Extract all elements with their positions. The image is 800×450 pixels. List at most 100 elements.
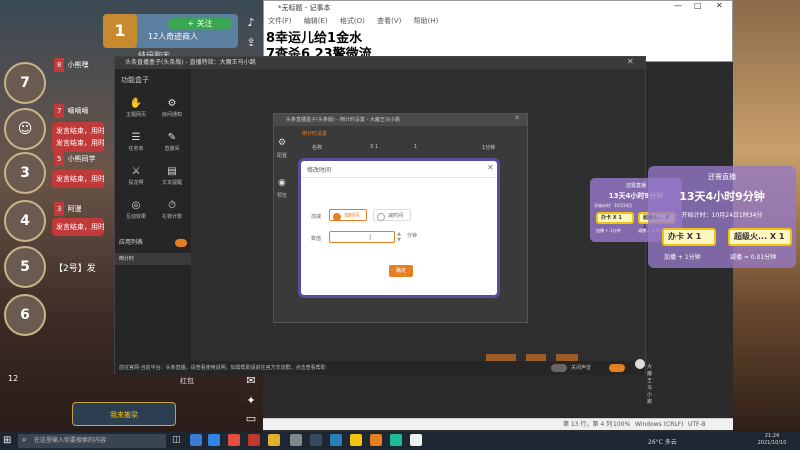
- minimize-button[interactable]: —: [674, 1, 682, 15]
- follow-button[interactable]: + 关注: [168, 18, 232, 30]
- number-stepper[interactable]: ▲ ▼: [395, 231, 403, 243]
- close-button[interactable]: ✕: [716, 1, 723, 15]
- search-icon: ⌕: [22, 435, 27, 444]
- tool-item[interactable]: ✎ 直播间: [155, 131, 189, 157]
- player-avatar: 6: [4, 294, 46, 336]
- preview-icon[interactable]: ◉: [278, 178, 286, 188]
- mic-icon[interactable]: ♪: [244, 16, 258, 30]
- menu-edit[interactable]: 编辑(E): [304, 17, 328, 25]
- amount-label: 数值: [311, 236, 322, 242]
- subtract-time-radio[interactable]: 减时间: [373, 209, 411, 221]
- sub-title: 倒计时设置: [302, 131, 328, 137]
- app-icon[interactable]: [370, 434, 382, 446]
- app-icon[interactable]: [208, 434, 220, 446]
- player-avatar: 7: [4, 62, 46, 104]
- app-icon[interactable]: [390, 434, 402, 446]
- unit-label: 分钟: [407, 233, 418, 239]
- app-icon[interactable]: [248, 434, 260, 446]
- side-label: 预览: [277, 193, 288, 199]
- overlay-footer: 减播 = 0.01分钟: [730, 254, 777, 261]
- overlay-time: 13天4小时9分钟: [679, 190, 765, 203]
- close-icon[interactable]: ✕: [627, 57, 634, 66]
- overlay-subtitle: 开始计时：10月24日1时34分: [681, 212, 763, 219]
- tool-item[interactable]: ◎ 互动效果: [119, 199, 153, 225]
- amount-input[interactable]: [329, 231, 395, 243]
- notepad-menu: 文件(F) 编辑(E) 格式(O) 查看(V) 帮助(H): [264, 15, 732, 27]
- type-label: 加减: [311, 214, 322, 220]
- notepad-title: *无标题 - 记事本: [278, 4, 331, 12]
- app-icon[interactable]: [330, 434, 342, 446]
- col-header: X 1: [370, 144, 379, 150]
- sound-toggle[interactable]: [609, 364, 625, 372]
- menu-format[interactable]: 格式(O): [340, 17, 365, 25]
- chat-username: 3 阿漫: [54, 202, 81, 216]
- settings-icon[interactable]: ⚙: [278, 138, 286, 148]
- task-view-icon[interactable]: ◫: [172, 435, 181, 445]
- tool-item[interactable]: ✋ 主题网页: [119, 97, 153, 123]
- encoding: UTF-8: [688, 421, 706, 428]
- maximize-button[interactable]: □: [694, 1, 702, 15]
- divider: [301, 177, 497, 178]
- tool-item[interactable]: ⚔ 投龙啊: [119, 165, 153, 191]
- menu-view[interactable]: 查看(V): [377, 17, 401, 25]
- text-cursor-icon: I: [369, 233, 372, 242]
- player-avatar: 4: [4, 200, 46, 242]
- bottom-notice: 前往官网·当前平台：头条直播，请查看使用说明，如需帮助请前往官方交流群，点击查看…: [119, 365, 326, 371]
- notepad-window: *无标题 - 记事本 — □ ✕ 文件(F) 编辑(E) 格式(O) 查看(V)…: [263, 0, 733, 62]
- zoom-level: 100%: [613, 421, 631, 428]
- add-time-radio[interactable]: 加时间: [329, 209, 367, 221]
- tool-item[interactable]: ⚙ 房间通知: [155, 97, 189, 123]
- app-icon[interactable]: [228, 434, 240, 446]
- tool-item[interactable]: ☰ 任务单: [119, 131, 153, 157]
- chat-username: 5 小熊同学: [54, 152, 95, 166]
- app-title: 头条直播盒子(头条版) - 直播特效：大魔王马小跳: [115, 57, 645, 69]
- gift-card: 超级火... X 1: [728, 228, 792, 246]
- taskbar-search[interactable]: 在这里输入你要搜索的内容: [18, 434, 166, 448]
- team-line: 【2号】发: [54, 264, 96, 274]
- app-icon[interactable]: [268, 434, 280, 446]
- viewer-count: 12人奇迹商人: [148, 32, 199, 41]
- app-icon[interactable]: [290, 434, 302, 446]
- trophy-icon: 1: [103, 14, 137, 48]
- playlist-item[interactable]: 倒计时: [115, 253, 191, 265]
- clock[interactable]: 21:24 2021/10/10: [752, 433, 792, 447]
- auto-toggle[interactable]: [551, 364, 567, 372]
- gift-card: 办卡 X 1: [596, 212, 634, 224]
- tool-item[interactable]: ⏱ 礼物计数: [155, 199, 189, 225]
- menu-help[interactable]: 帮助(H): [414, 17, 439, 25]
- chat-message: 发言结束，用时: [52, 170, 104, 188]
- countdown-overlay: 还需直播 13天4小时9分钟 开始计时：10月24日1时34分 办卡 X 1 超…: [648, 166, 796, 268]
- player-nameplate: 我来搬梁: [72, 402, 176, 426]
- app-bottom-bar: 前往官网·当前平台：头条直播，请查看使用说明，如需帮助请前往官方交流群，点击查看…: [115, 361, 645, 375]
- col-header: 1: [414, 144, 418, 150]
- app-icon[interactable]: [350, 434, 362, 446]
- player-avatar: ☺: [4, 108, 46, 150]
- edit-time-modal: 修改时间 ✕ 加减 加时间 减时间 数值 I ▲ ▼ 分钟 确定: [298, 158, 500, 298]
- user-avatar[interactable]: [635, 359, 645, 369]
- player-avatar: 5: [4, 246, 46, 288]
- menu-file[interactable]: 文件(F): [268, 17, 292, 25]
- overlay-footer: 加播 + 1分钟: [596, 228, 621, 233]
- inner-title: 头条直播盒子(头条版) - 倒计时设置 - 大魔王马小跳: [274, 114, 527, 126]
- sound-label: 关闭声音: [571, 365, 592, 371]
- red-envelope-label[interactable]: 红包: [180, 376, 194, 386]
- chat-icon[interactable]: ✉: [244, 374, 258, 388]
- windows-start-icon[interactable]: ⊞: [3, 435, 11, 446]
- share-icon[interactable]: ⇪: [244, 36, 258, 50]
- app-icon[interactable]: [190, 434, 202, 446]
- close-icon[interactable]: ✕: [514, 114, 520, 122]
- tool-item[interactable]: ▤ 文本提醒: [155, 165, 189, 191]
- screen-icon[interactable]: ▭: [244, 412, 258, 426]
- modal-title: 修改时间: [307, 167, 332, 174]
- gift-card: 办卡 X 1: [662, 228, 716, 246]
- app-icon[interactable]: [310, 434, 322, 446]
- chat-username: 7 嘀嘀嘀: [54, 104, 88, 118]
- overlay-subtitle: 开始计时：10月24日: [594, 203, 633, 208]
- cursor-position: 第 13 行，第 4 列: [563, 421, 613, 428]
- sidebar-heading: 功能盒子: [121, 76, 149, 84]
- gift-icon[interactable]: ✦: [244, 394, 258, 408]
- confirm-button[interactable]: 确定: [389, 265, 413, 277]
- app-icon[interactable]: [410, 434, 422, 446]
- weather[interactable]: 26°C 多云: [648, 437, 677, 446]
- close-icon[interactable]: ✕: [487, 163, 494, 172]
